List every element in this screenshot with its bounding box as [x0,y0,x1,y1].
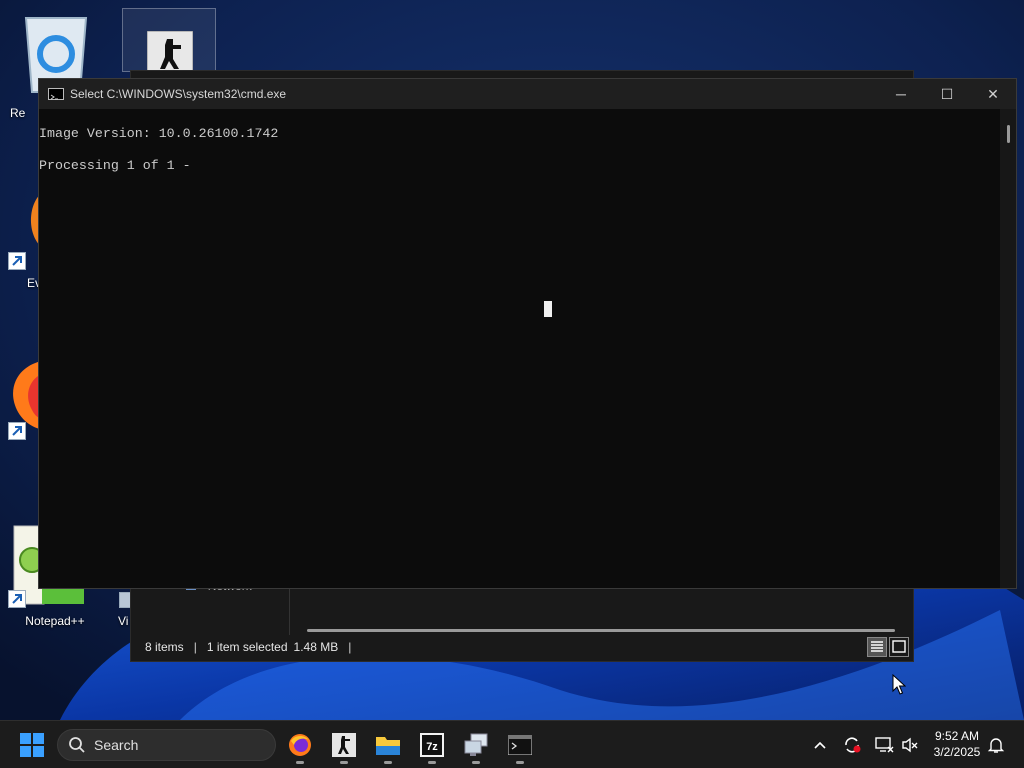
taskbar-counter-strike[interactable] [324,725,364,765]
mouse-pointer-icon [892,674,906,695]
command-prompt-window[interactable]: Select C:\WINDOWS\system32\cmd.exe ─ ☐ ✕… [38,78,1017,589]
windows-start-icon [20,733,44,757]
minimize-button[interactable]: ─ [878,79,924,109]
shortcut-arrow-icon [8,422,26,440]
title-bar[interactable]: Select C:\WINDOWS\system32\cmd.exe ─ ☐ ✕ [39,79,1016,109]
running-indicator [296,761,304,764]
search-label: Search [94,737,139,753]
clock-date: 3/2/2025 [933,745,981,759]
taskbar-search-box[interactable]: Search [57,729,276,761]
running-indicator [384,761,392,764]
status-divider: | [193,640,197,654]
desktop-icon-counter-strike[interactable] [122,8,216,77]
tiles-view-button[interactable] [889,637,909,657]
selection-count: 1 item selected [206,640,288,654]
item-count: 8 items [145,640,184,654]
folder-icon [376,737,400,755]
console-output[interactable]: Image Version: 10.0.26100.1742 Processin… [39,109,1000,588]
taskbar: Search 7z 9:52 AM 3/2/2025 [0,720,1024,768]
tiles-view-icon [892,640,906,653]
running-indicator [340,761,348,764]
window-title: Select C:\WINDOWS\system32\cmd.exe [70,87,287,101]
volume-muted-icon [902,737,918,753]
remote-desktop-icon [464,733,488,756]
close-icon: ✕ [987,85,999,102]
7-zip-icon: 7z [420,733,444,757]
show-hidden-icons-button[interactable] [808,733,832,757]
taskbar-command-prompt[interactable] [500,725,540,765]
running-indicator [428,761,436,764]
close-button[interactable]: ✕ [970,79,1016,109]
shortcut-arrow-icon [8,252,26,270]
status-divider: | [348,640,352,654]
console-line: Processing 1 of 1 - [39,158,191,173]
vertical-scrollbar[interactable] [1000,109,1016,588]
details-view-icon [871,641,883,652]
taskbar-firefox[interactable] [280,725,320,765]
cmd-app-icon [48,88,64,100]
terminal-icon [508,735,532,755]
notifications-button[interactable] [984,733,1008,757]
counter-strike-icon [332,733,356,757]
firefox-icon [289,734,311,756]
network-status-button[interactable] [872,733,896,757]
network-disconnected-icon [875,737,894,753]
status-bar: 8 items | 1 item selected 1.48 MB | [131,633,913,661]
sync-icon [845,737,861,753]
taskbar-clock[interactable]: 9:52 AM 3/2/2025 [924,728,990,760]
console-line: Image Version: 10.0.26100.1742 [39,126,279,141]
volume-button[interactable] [898,733,922,757]
desktop-icon-label: Notepad++ [25,614,85,628]
sync-status-button[interactable] [840,733,864,757]
svg-text:7z: 7z [426,741,438,753]
selection-size: 1.48 MB [293,640,339,654]
maximize-button[interactable]: ☐ [924,79,970,109]
running-indicator [472,761,480,764]
start-button[interactable] [12,725,52,765]
shortcut-arrow-icon [8,590,26,608]
horizontal-scrollbar[interactable] [307,629,895,632]
bell-icon [987,738,1005,753]
maximize-icon: ☐ [940,85,954,102]
chevron-up-icon [814,741,826,749]
taskbar-file-explorer[interactable] [368,725,408,765]
taskbar-remote-desktop[interactable] [456,725,496,765]
search-icon [69,737,85,753]
clock-time: 9:52 AM [934,729,980,743]
minimize-icon: ─ [896,86,906,102]
scrollbar-thumb[interactable] [1007,125,1010,143]
text-cursor [544,301,552,317]
details-view-button[interactable] [867,637,887,657]
taskbar-7-zip[interactable]: 7z [412,725,452,765]
running-indicator [516,761,524,764]
